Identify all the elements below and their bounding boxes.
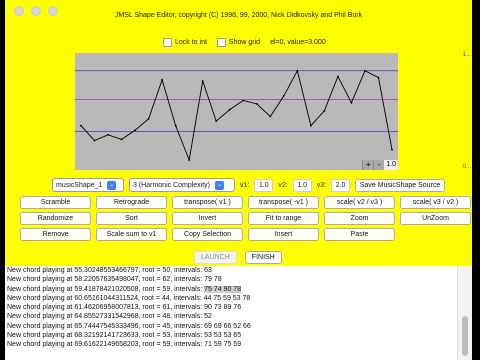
v2-field[interactable]: 1.0 (292, 178, 312, 192)
shape-point[interactable] (269, 115, 272, 118)
v1-label: v1: (240, 181, 250, 189)
shape-point[interactable] (337, 75, 339, 78)
show-grid-checkbox[interactable] (216, 38, 226, 47)
chevron-down-icon: ⌄ (215, 180, 225, 190)
randomize-button[interactable]: Randomize (20, 212, 91, 225)
shape-point[interactable] (215, 120, 218, 122)
launch-bar: LAUNCH FINISH (194, 251, 282, 264)
finish-button[interactable]: FINISH (244, 251, 282, 264)
remove-button[interactable]: Remove (20, 228, 91, 241)
insert-button[interactable]: Insert (248, 228, 319, 241)
save-musicshape-source-button[interactable]: Save MusicShape Source (355, 178, 446, 192)
v2-label: v2: (278, 181, 288, 189)
shape-plot-svg[interactable] (75, 53, 398, 170)
zoom-in-button[interactable]: + (362, 160, 374, 170)
shape-point[interactable] (309, 124, 312, 127)
shape-point[interactable] (174, 124, 177, 127)
log-line-prefix: New chord playing at 59.41878421020508, … (7, 285, 205, 293)
log-line-highlight: 75 74 90 78 (204, 285, 242, 293)
shape-point[interactable] (147, 117, 150, 120)
log-line: New chord playing at 59.41878421020508, … (5, 285, 458, 294)
control-row: musicShape_1 ⌄ 3 (Harmonic Complexity) ⌄… (52, 178, 446, 192)
fit-to-range-button[interactable]: Fit to range (248, 212, 319, 225)
operation-buttons: Scramble Retrograde transpose( v1 ) tran… (20, 196, 471, 241)
shape-point[interactable] (201, 80, 204, 82)
log-line: New chord playing at 65.74447545333496, … (7, 322, 251, 330)
shape-plot[interactable]: + - 1.0 (75, 53, 398, 170)
shape-point[interactable] (364, 69, 366, 72)
scramble-button[interactable]: Scramble (20, 196, 91, 209)
dimension-select[interactable]: 3 (Harmonic Complexity) ⌄ (129, 178, 235, 192)
invert-button[interactable]: Invert (172, 212, 243, 225)
shape-point[interactable] (282, 95, 285, 97)
sort-button[interactable]: Sort (96, 212, 167, 225)
shape-point[interactable] (391, 148, 393, 151)
output-log[interactable]: New chord playing at 55.30248553466797, … (5, 266, 458, 360)
side-tick-top: 1... (462, 52, 471, 58)
editor-window: JMSL Shape Editor, copyright (C) 1998, 9… (5, 0, 472, 360)
log-line: New chord playing at 64.85527331542968, … (7, 313, 212, 321)
lock-to-int-checkbox[interactable] (163, 38, 172, 47)
zoom-value: 1.0 (384, 160, 398, 170)
paste-button[interactable]: Paste (324, 228, 395, 241)
copy-selection-button[interactable]: Copy Selection (172, 228, 243, 241)
side-tick-bottom: 0... (462, 164, 471, 170)
log-scroll-thumb[interactable] (462, 316, 468, 356)
options-bar: Lock to int Show grid el=0, value=3.000 (163, 38, 326, 47)
shape-point[interactable] (161, 78, 164, 81)
selection-status: el=0, value=3.000 (270, 39, 326, 46)
lock-to-int-option[interactable]: Lock to int (163, 38, 207, 47)
shape-point[interactable] (377, 76, 380, 79)
v3-field[interactable]: 2.0 (331, 178, 351, 192)
shape-point[interactable] (255, 103, 258, 105)
v1-field[interactable]: 1.0 (254, 178, 274, 192)
shape-point[interactable] (323, 109, 326, 112)
dimension-select-value: 3 (Harmonic Complexity) (133, 181, 211, 189)
shape-point[interactable] (134, 129, 136, 132)
log-line: New chord playing at 55.30248553466797, … (7, 267, 212, 274)
launch-button[interactable]: LAUNCH (194, 251, 237, 264)
shape-select[interactable]: musicShape_1 ⌄ (52, 178, 124, 192)
transpose-down-button[interactable]: transpose( -v1 ) (248, 196, 319, 209)
shape-point[interactable] (350, 101, 353, 104)
lock-to-int-label: Lock to int (175, 39, 207, 46)
log-line: New chord playing at 58.22057635498047, … (7, 276, 222, 284)
window-title: JMSL Shape Editor, copyright (C) 1998, 9… (114, 12, 363, 19)
transpose-up-button[interactable]: transpose( v1 ) (172, 196, 243, 209)
log-line: New chord playing at 69.61622149658203, … (7, 341, 242, 349)
zoom-controls: + - 1.0 (362, 160, 398, 170)
log-scrollbar[interactable] (457, 266, 472, 360)
show-grid-option[interactable]: Show grid (216, 38, 261, 47)
v3-label: v3: (316, 181, 327, 189)
shape-point[interactable] (242, 99, 245, 102)
scale-v2-v3-button[interactable]: scale( v2 / v3 ) (324, 196, 395, 209)
shape-point[interactable] (188, 159, 191, 161)
scale-sum-button[interactable]: Scale sum to v1 (96, 228, 167, 241)
show-grid-label: Show grid (228, 39, 261, 46)
scale-v3-v2-button[interactable]: scale( v3 / v2 ) (400, 196, 471, 209)
shape-point[interactable] (107, 133, 109, 136)
zoom-out-button[interactable]: - (373, 160, 385, 170)
log-line: New chord playing at 60.65161044311524, … (7, 294, 251, 302)
shape-select-value: musicShape_1 (56, 181, 103, 189)
log-line: New chord playing at 68.32192141723633, … (7, 332, 242, 340)
retrograde-button[interactable]: Retrograde (96, 196, 167, 209)
shape-point[interactable] (80, 124, 82, 127)
chevron-down-icon: ⌄ (107, 180, 117, 190)
log-line: New chord playing at 61.46206958007813, … (7, 304, 242, 312)
shape-series-line[interactable] (80, 69, 393, 162)
zoom-button[interactable]: Zoom (324, 212, 395, 225)
shape-point[interactable] (228, 108, 231, 111)
shape-point[interactable] (120, 138, 123, 141)
shape-point[interactable] (93, 139, 96, 142)
unzoom-button[interactable]: UnZoom (400, 212, 471, 225)
shape-point[interactable] (296, 69, 299, 72)
